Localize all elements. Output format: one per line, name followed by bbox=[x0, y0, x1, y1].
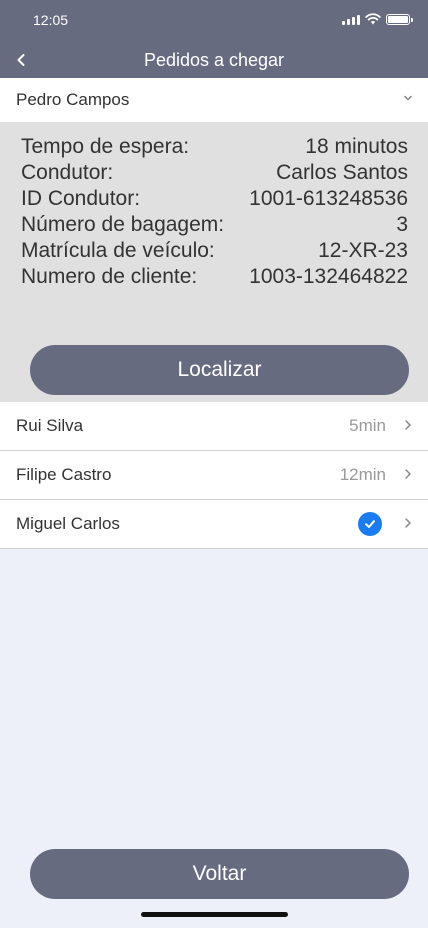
detail-label: Numero de cliente: bbox=[21, 265, 198, 288]
list-item-name: Rui Silva bbox=[16, 416, 84, 435]
detail-row: Número de bagagem: 3 bbox=[21, 212, 408, 238]
detail-value: Carlos Santos bbox=[276, 161, 408, 184]
status-time: 12:05 bbox=[33, 12, 69, 28]
detail-label: Matrícula de veículo: bbox=[21, 239, 215, 262]
detail-value: 1001-613248536 bbox=[249, 187, 408, 210]
wait-time: 12min bbox=[339, 465, 386, 484]
locate-button[interactable]: Localizar bbox=[30, 345, 409, 395]
detail-value: 1003-132464822 bbox=[249, 265, 408, 288]
page-title: Pedidos a chegar bbox=[143, 50, 285, 70]
detail-label: Tempo de espera: bbox=[21, 135, 190, 158]
detail-row: Matrícula de veículo: 12-XR-23 bbox=[21, 238, 408, 264]
back-button[interactable]: Voltar bbox=[30, 849, 409, 899]
header: 12:05 Pedidos a chegar bbox=[0, 0, 428, 78]
chevron-right-icon bbox=[405, 469, 412, 479]
detail-row: Numero de cliente: 1003-132464822 bbox=[21, 264, 408, 290]
list-item-name: Filipe Castro bbox=[16, 465, 112, 484]
home-indicator bbox=[141, 912, 288, 917]
signal-icon bbox=[342, 14, 360, 25]
list-item-expanded[interactable]: Pedro Campos bbox=[0, 78, 428, 122]
list-item[interactable]: Rui Silva 5min bbox=[0, 402, 428, 451]
battery-icon bbox=[386, 14, 413, 25]
detail-label: Número de bagagem: bbox=[21, 213, 225, 236]
detail-row: Tempo de espera: 18 minutos bbox=[21, 134, 408, 160]
list-item[interactable]: Filipe Castro 12min bbox=[0, 451, 428, 500]
chevron-right-icon bbox=[405, 518, 412, 528]
checkmark-icon bbox=[358, 512, 382, 536]
detail-label: Condutor: bbox=[21, 161, 114, 184]
list-item[interactable]: Miguel Carlos bbox=[0, 500, 428, 549]
detail-value: 3 bbox=[396, 213, 408, 236]
status-icons bbox=[342, 13, 413, 25]
details-panel: Tempo de espera: 18 minutos Condutor: Ca… bbox=[0, 122, 428, 402]
detail-label: ID Condutor: bbox=[21, 187, 141, 210]
detail-row: Condutor: Carlos Santos bbox=[21, 160, 408, 186]
list-item-name: Pedro Campos bbox=[16, 90, 130, 109]
list-item-name: Miguel Carlos bbox=[16, 514, 120, 533]
detail-value: 12-XR-23 bbox=[318, 239, 408, 262]
detail-value: 18 minutos bbox=[305, 135, 408, 158]
detail-row: ID Condutor: 1001-613248536 bbox=[21, 186, 408, 212]
wifi-icon bbox=[365, 13, 381, 25]
wait-time: 5min bbox=[349, 416, 386, 435]
chevron-right-icon bbox=[405, 420, 412, 430]
chevron-down-icon bbox=[404, 95, 412, 101]
